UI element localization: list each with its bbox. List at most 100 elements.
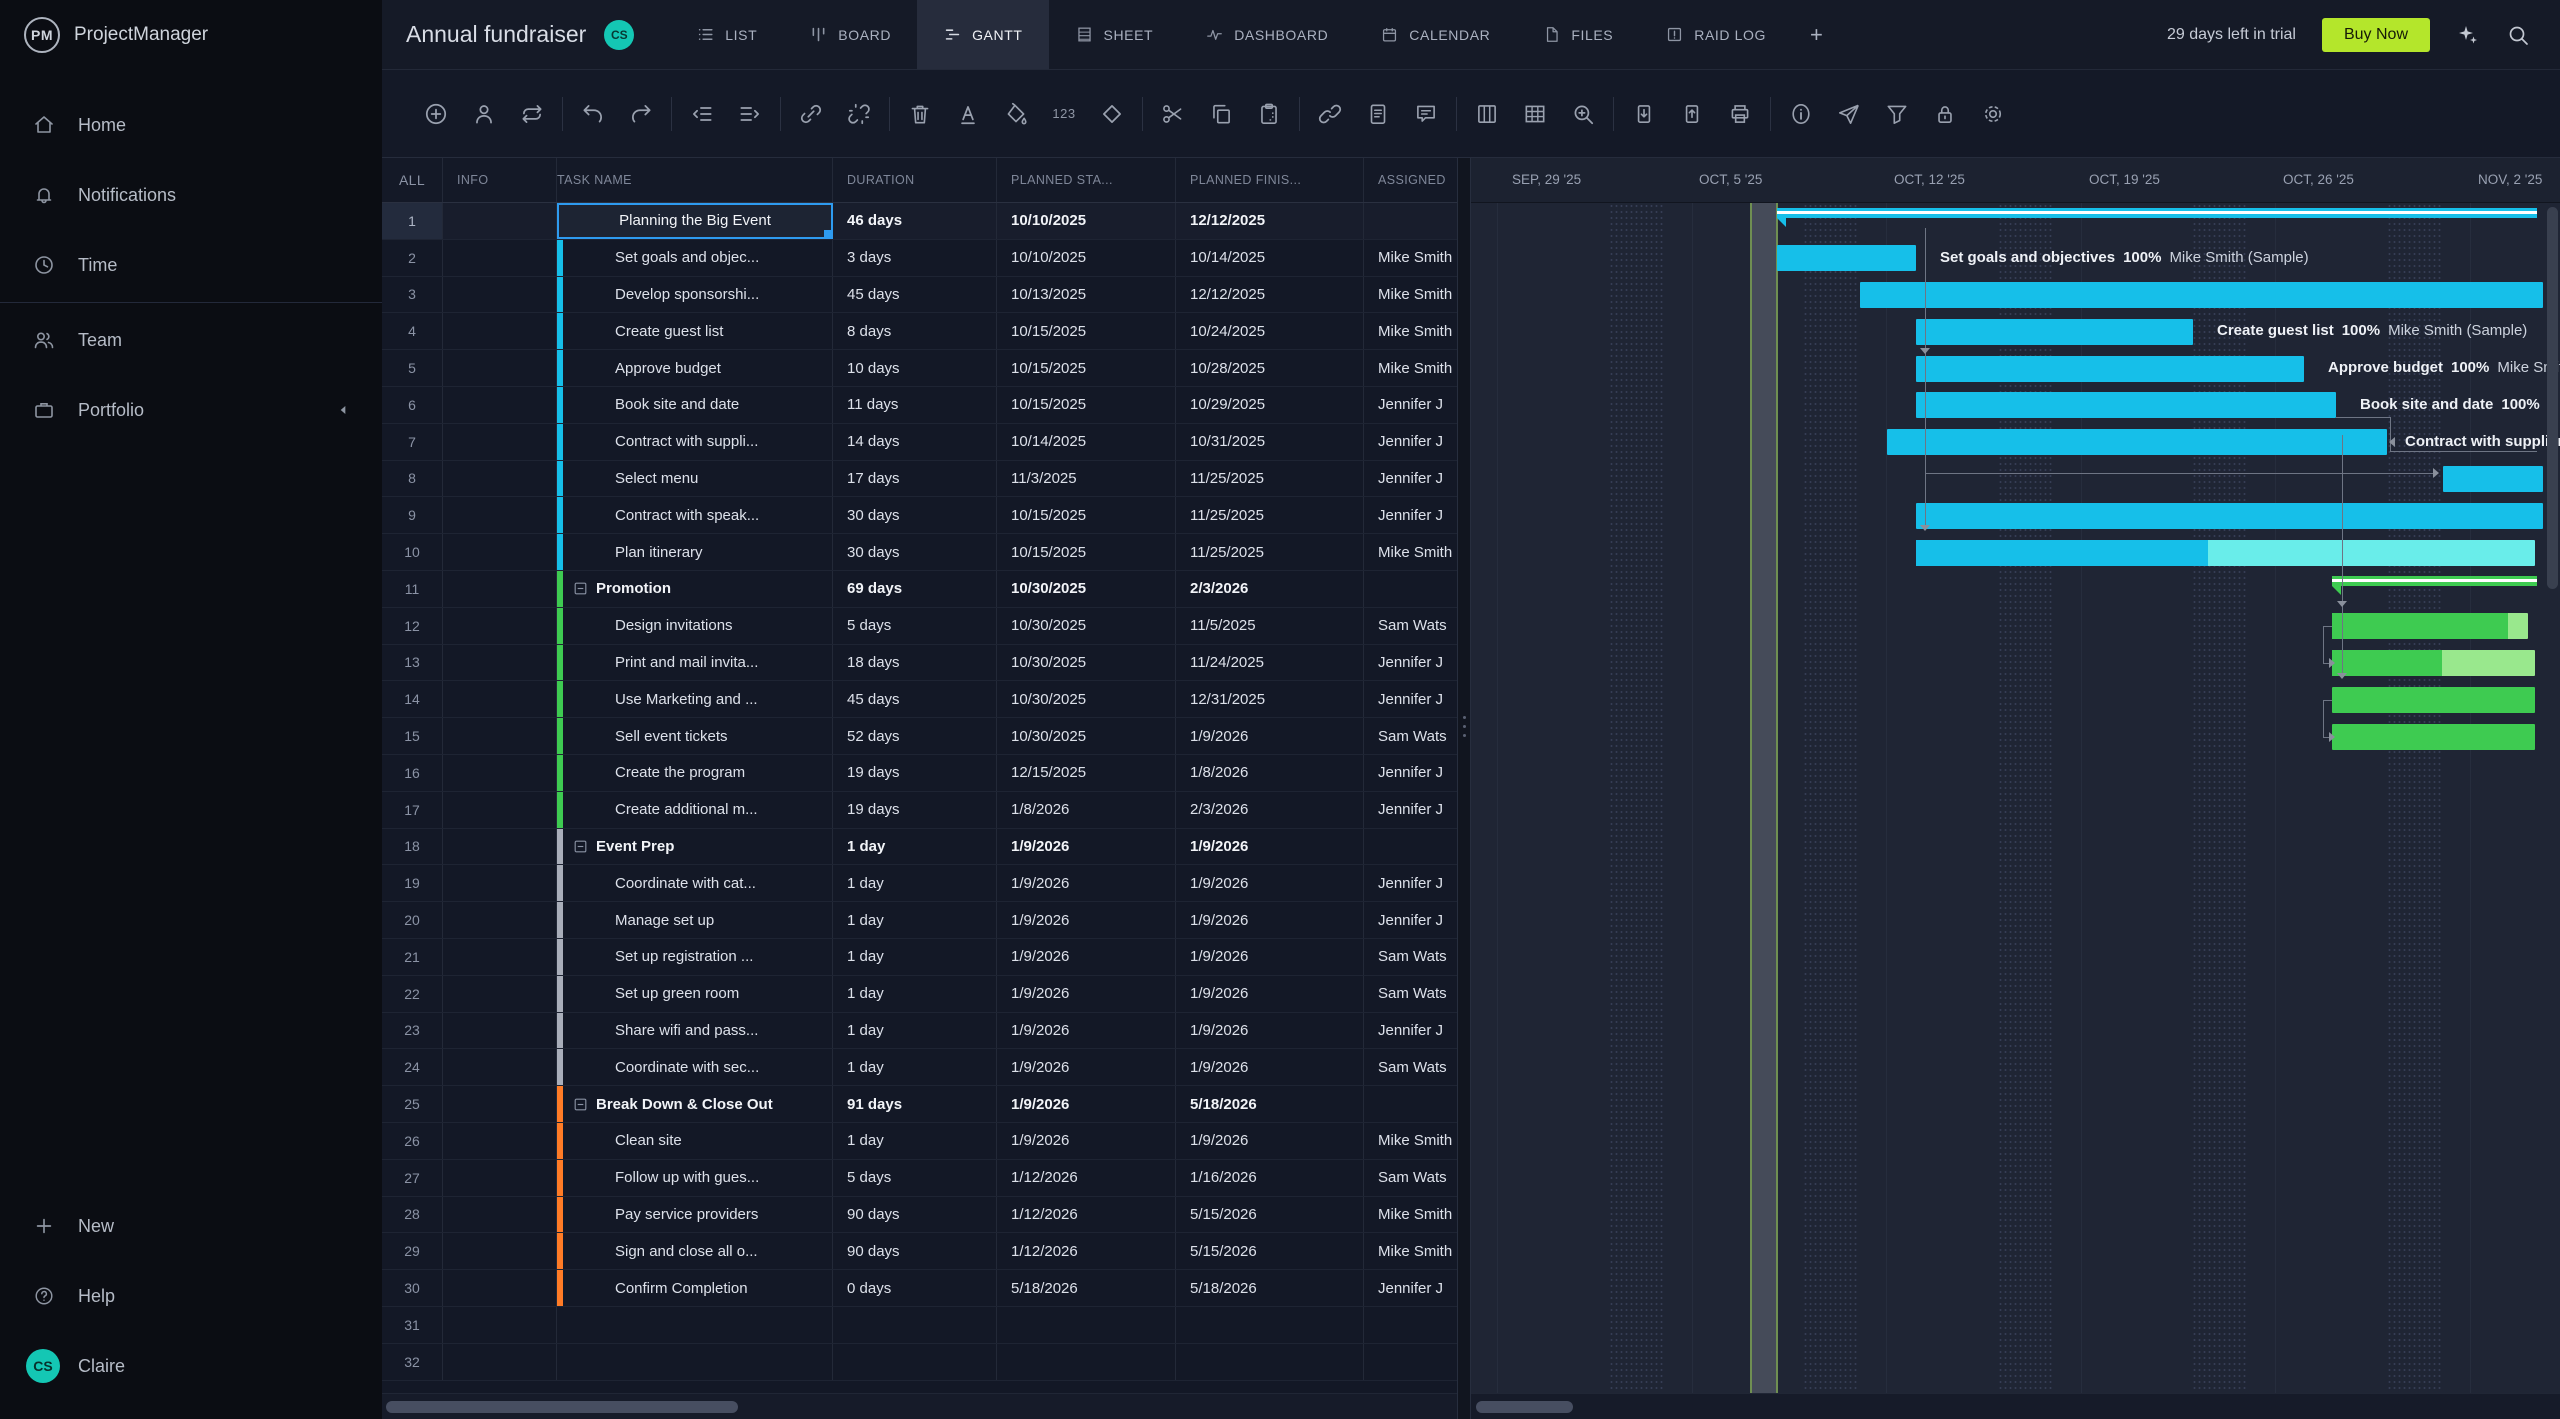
duration-cell[interactable]: 45 days <box>833 681 997 717</box>
assigned-cell[interactable] <box>1364 1344 1457 1380</box>
collapse-group-icon[interactable] <box>573 581 588 596</box>
export-button[interactable] <box>1678 100 1706 128</box>
recurring-task-button[interactable] <box>518 100 546 128</box>
planned-finish-cell[interactable]: 1/9/2026 <box>1176 865 1364 901</box>
indent-button[interactable] <box>736 100 764 128</box>
row-number-cell[interactable]: 27 <box>382 1160 443 1196</box>
planned-start-cell[interactable]: 10/10/2025 <box>997 203 1176 239</box>
assigned-cell[interactable]: Jennifer J <box>1364 792 1457 828</box>
planned-start-cell[interactable]: 10/13/2025 <box>997 277 1176 313</box>
planned-start-cell[interactable]: 1/8/2026 <box>997 792 1176 828</box>
planned-start-cell[interactable]: 12/15/2025 <box>997 755 1176 791</box>
row-number-cell[interactable]: 12 <box>382 608 443 644</box>
planned-finish-cell[interactable]: 5/18/2026 <box>1176 1086 1364 1122</box>
planned-start-cell[interactable]: 1/9/2026 <box>997 1086 1176 1122</box>
planned-finish-cell[interactable]: 5/15/2026 <box>1176 1233 1364 1269</box>
duration-cell[interactable]: 8 days <box>833 313 997 349</box>
collapse-group-icon[interactable] <box>573 839 588 854</box>
planned-start-cell[interactable]: 10/10/2025 <box>997 240 1176 276</box>
assigned-cell[interactable]: Jennifer J <box>1364 1013 1457 1049</box>
assigned-cell[interactable]: Mike Smith <box>1364 1233 1457 1269</box>
duration-cell[interactable]: 0 days <box>833 1270 997 1306</box>
planned-finish-cell[interactable]: 1/9/2026 <box>1176 718 1364 754</box>
info-cell[interactable] <box>443 571 557 607</box>
duration-cell[interactable]: 11 days <box>833 387 997 423</box>
duration-cell[interactable]: 52 days <box>833 718 997 754</box>
sidebar-item-help[interactable]: Help <box>0 1261 382 1331</box>
task-name-cell[interactable]: Book site and date <box>557 387 833 423</box>
project-owner-badge[interactable]: CS <box>604 20 634 50</box>
task-name-cell[interactable]: Use Marketing and ... <box>557 681 833 717</box>
planned-finish-cell[interactable]: 1/9/2026 <box>1176 1123 1364 1159</box>
planned-finish-cell[interactable]: 11/25/2025 <box>1176 534 1364 570</box>
column-header-assigned[interactable]: ASSIGNED <box>1364 158 1457 202</box>
row-number-cell[interactable]: 28 <box>382 1197 443 1233</box>
assigned-cell[interactable] <box>1364 1307 1457 1343</box>
row-number-cell[interactable]: 13 <box>382 645 443 681</box>
attachment-button[interactable] <box>1316 100 1344 128</box>
gantt-task-bar[interactable] <box>1916 540 2535 566</box>
duration-cell[interactable]: 91 days <box>833 1086 997 1122</box>
info-cell[interactable] <box>443 1233 557 1269</box>
info-cell[interactable] <box>443 976 557 1012</box>
table-scroll-thumb[interactable] <box>386 1401 738 1413</box>
assign-resource-button[interactable] <box>470 100 498 128</box>
duration-cell[interactable]: 1 day <box>833 865 997 901</box>
sidebar-item-claire[interactable]: CSClaire <box>0 1331 382 1401</box>
duration-cell[interactable]: 3 days <box>833 240 997 276</box>
info-cell[interactable] <box>443 497 557 533</box>
planned-finish-cell[interactable]: 1/9/2026 <box>1176 939 1364 975</box>
tab-board[interactable]: BOARD <box>783 0 917 69</box>
planned-finish-cell[interactable]: 12/31/2025 <box>1176 681 1364 717</box>
planned-finish-cell[interactable]: 10/28/2025 <box>1176 350 1364 386</box>
tab-gantt[interactable]: GANTT <box>917 0 1048 69</box>
planned-finish-cell[interactable] <box>1176 1344 1364 1380</box>
task-name-cell[interactable]: Set goals and objec... <box>557 240 833 276</box>
add-task-button[interactable] <box>422 100 450 128</box>
planned-start-cell[interactable]: 10/30/2025 <box>997 608 1176 644</box>
assigned-cell[interactable]: Jennifer J <box>1364 645 1457 681</box>
row-number-cell[interactable]: 10 <box>382 534 443 570</box>
planned-finish-cell[interactable]: 5/15/2026 <box>1176 1197 1364 1233</box>
assigned-cell[interactable]: Jennifer J <box>1364 865 1457 901</box>
planned-start-cell[interactable]: 10/30/2025 <box>997 571 1176 607</box>
planned-start-cell[interactable]: 10/30/2025 <box>997 718 1176 754</box>
row-number-cell[interactable]: 9 <box>382 497 443 533</box>
planned-finish-cell[interactable]: 10/24/2025 <box>1176 313 1364 349</box>
info-cell[interactable] <box>443 1197 557 1233</box>
info-cell[interactable] <box>443 1307 557 1343</box>
duration-cell[interactable] <box>833 1344 997 1380</box>
planned-start-cell[interactable]: 10/15/2025 <box>997 497 1176 533</box>
row-number-cell[interactable]: 17 <box>382 792 443 828</box>
planned-start-cell[interactable]: 1/9/2026 <box>997 1013 1176 1049</box>
info-cell[interactable] <box>443 1049 557 1085</box>
row-number-cell[interactable]: 7 <box>382 424 443 460</box>
row-number-cell[interactable]: 19 <box>382 865 443 901</box>
row-number-cell[interactable]: 4 <box>382 313 443 349</box>
planned-finish-cell[interactable]: 5/18/2026 <box>1176 1270 1364 1306</box>
planned-start-cell[interactable]: 10/15/2025 <box>997 387 1176 423</box>
planned-finish-cell[interactable]: 12/12/2025 <box>1176 203 1364 239</box>
row-number-cell[interactable]: 29 <box>382 1233 443 1269</box>
assigned-cell[interactable]: Jennifer J <box>1364 497 1457 533</box>
planned-start-cell[interactable]: 10/15/2025 <box>997 534 1176 570</box>
planned-finish-cell[interactable]: 1/8/2026 <box>1176 755 1364 791</box>
task-name-cell[interactable]: Set up green room <box>557 976 833 1012</box>
sidebar-item-time[interactable]: Time <box>0 230 382 300</box>
gantt-task-bar[interactable] <box>1916 392 2336 418</box>
gantt-task-bar[interactable] <box>2332 687 2535 713</box>
cut-button[interactable] <box>1159 100 1187 128</box>
assigned-cell[interactable]: Sam Wats <box>1364 1160 1457 1196</box>
row-number-cell[interactable]: 1 <box>382 203 443 239</box>
gantt-scroll-thumb[interactable] <box>1476 1401 1573 1413</box>
task-name-cell[interactable]: Design invitations <box>557 608 833 644</box>
planned-start-cell[interactable]: 1/9/2026 <box>997 829 1176 865</box>
assigned-cell[interactable]: Jennifer J <box>1364 902 1457 938</box>
duration-cell[interactable]: 10 days <box>833 350 997 386</box>
sidebar-item-home[interactable]: Home <box>0 90 382 160</box>
planned-start-cell[interactable]: 10/30/2025 <box>997 681 1176 717</box>
planned-start-cell[interactable]: 11/3/2025 <box>997 461 1176 497</box>
info-cell[interactable] <box>443 424 557 460</box>
gantt-horizontal-scrollbar[interactable] <box>1471 1393 2560 1419</box>
tab-sheet[interactable]: SHEET <box>1049 0 1180 69</box>
